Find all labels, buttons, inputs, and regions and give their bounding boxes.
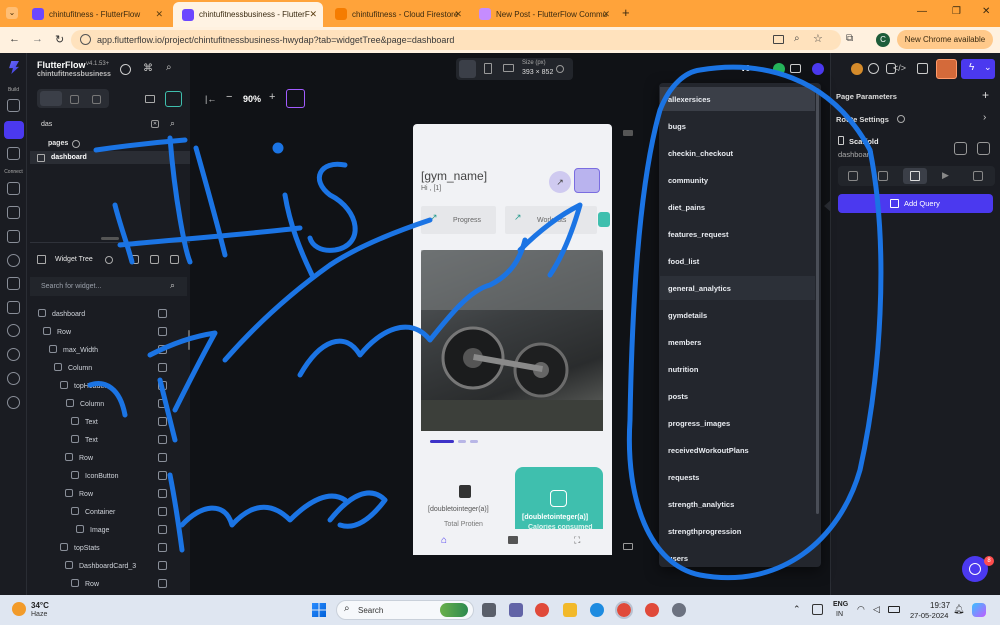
- notification-bell-icon[interactable]: 🔔︎: [953, 604, 964, 615]
- settings-gear-icon[interactable]: [672, 603, 686, 617]
- annotation-stroke: [167, 472, 185, 553]
- clock-time[interactable]: 19:37: [930, 601, 950, 610]
- language-indicator[interactable]: ENG: [833, 601, 848, 608]
- region-indicator[interactable]: IN: [836, 611, 843, 618]
- copilot-icon[interactable]: [972, 603, 986, 617]
- weather-icon[interactable]: [12, 602, 26, 616]
- notifications-muted-icon[interactable]: [812, 604, 823, 615]
- annotation-stroke: [282, 192, 315, 278]
- chrome-icon[interactable]: [535, 603, 549, 617]
- edge-icon[interactable]: [590, 603, 604, 617]
- annotation-circle: [626, 64, 884, 581]
- windows-taskbar: [0, 595, 1000, 625]
- chrome-icon[interactable]: [645, 603, 659, 617]
- show-hidden-icons[interactable]: ⌃: [793, 604, 801, 615]
- file-explorer-icon[interactable]: [563, 603, 577, 617]
- battery-icon[interactable]: [888, 606, 900, 613]
- annotation-dot: [272, 142, 284, 154]
- clock-date[interactable]: 27-05-2024: [910, 611, 948, 620]
- annotation-stroke: [222, 217, 433, 363]
- annotation-stroke: [307, 161, 358, 253]
- handwritten-annotation: [87, 64, 884, 581]
- weather-temp[interactable]: 34°C: [31, 601, 49, 610]
- annotation-stroke: [147, 330, 218, 413]
- wifi-icon[interactable]: ◠: [857, 604, 865, 615]
- annotation-stroke: [112, 202, 135, 265]
- volume-icon[interactable]: ◁: [873, 604, 880, 615]
- annotation-stroke: [179, 493, 348, 528]
- annotation-stroke: [517, 202, 583, 278]
- taskbar-search-label: Search: [358, 606, 384, 615]
- annotation-stroke: [167, 135, 193, 265]
- chrome-active-icon[interactable]: [615, 601, 633, 619]
- palm-tree-icon: [440, 603, 468, 617]
- annotation-stroke: [87, 381, 128, 418]
- teams-icon[interactable]: [509, 603, 523, 617]
- task-view-icon[interactable]: [482, 603, 496, 617]
- annotation-stroke: [117, 225, 303, 248]
- search-icon: ⌕: [344, 603, 350, 614]
- weather-desc[interactable]: Haze: [31, 611, 47, 618]
